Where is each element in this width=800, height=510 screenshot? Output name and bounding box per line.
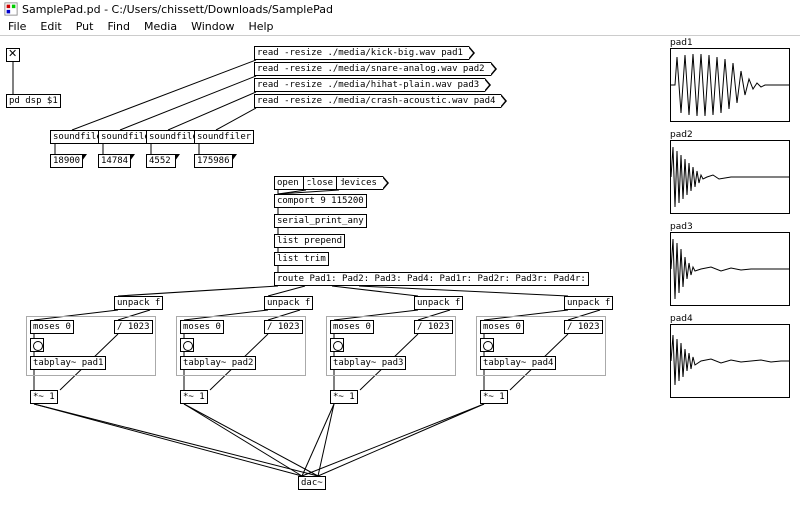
array-label-pad2: pad2 — [670, 130, 693, 140]
dsp-toggle[interactable] — [6, 48, 20, 62]
unpack-ch3[interactable]: unpack f — [414, 296, 463, 310]
waveform-pad1 — [671, 49, 789, 121]
unpack-ch2[interactable]: unpack f — [264, 296, 313, 310]
sample-count-1[interactable]: 18900 — [50, 154, 83, 168]
pd-dsp-object[interactable]: pd dsp $1 — [6, 94, 61, 108]
sample-count-3[interactable]: 4552 — [146, 154, 176, 168]
mult-ch4[interactable]: *~ 1 — [480, 390, 508, 404]
mult-ch1[interactable]: *~ 1 — [30, 390, 58, 404]
array-pad2[interactable] — [670, 140, 790, 214]
array-pad3[interactable] — [670, 232, 790, 306]
open-msg[interactable]: open — [274, 176, 305, 190]
array-label-pad4: pad4 — [670, 314, 693, 324]
menu-file[interactable]: File — [2, 19, 32, 34]
waveform-pad4 — [671, 325, 789, 397]
mult-ch3[interactable]: *~ 1 — [330, 390, 358, 404]
waveform-pad2 — [671, 141, 789, 213]
read-msg-pad1[interactable]: read -resize ./media/kick-big.wav pad1 — [254, 46, 469, 60]
menu-media[interactable]: Media — [138, 19, 183, 34]
unpack-ch4[interactable]: unpack f — [564, 296, 613, 310]
waveform-pad3 — [671, 233, 789, 305]
menubar: File Edit Put Find Media Window Help — [0, 18, 800, 36]
array-label-pad1: pad1 — [670, 38, 693, 48]
list-trim-object[interactable]: list trim — [274, 252, 329, 266]
serial-print-object[interactable]: serial_print_any — [274, 214, 367, 228]
read-msg-pad4[interactable]: read -resize ./media/crash-acoustic.wav … — [254, 94, 501, 108]
unpack-ch1[interactable]: unpack f — [114, 296, 163, 310]
sample-count-2[interactable]: 14784 — [98, 154, 131, 168]
window-title: SamplePad.pd - C:/Users/chissett/Downloa… — [22, 3, 333, 16]
canvas-ch2 — [176, 316, 306, 376]
mult-ch2[interactable]: *~ 1 — [180, 390, 208, 404]
comport-object[interactable]: comport 9 115200 — [274, 194, 367, 208]
route-object[interactable]: route Pad1: Pad2: Pad3: Pad4: Pad1r: Pad… — [274, 272, 589, 286]
menu-help[interactable]: Help — [242, 19, 279, 34]
array-label-pad3: pad3 — [670, 222, 693, 232]
read-msg-pad2[interactable]: read -resize ./media/snare-analog.wav pa… — [254, 62, 491, 76]
list-prepend-object[interactable]: list prepend — [274, 234, 345, 248]
dac-object[interactable]: dac~ — [298, 476, 326, 490]
pd-canvas[interactable]: pd dsp $1 read -resize ./media/kick-big.… — [0, 36, 800, 510]
pd-icon — [4, 2, 18, 16]
window-titlebar: SamplePad.pd - C:/Users/chissett/Downloa… — [0, 0, 800, 18]
array-pad4[interactable] — [670, 324, 790, 398]
sample-count-4[interactable]: 175986 — [194, 154, 233, 168]
soundfiler-4[interactable]: soundfiler — [194, 130, 254, 144]
menu-window[interactable]: Window — [185, 19, 240, 34]
canvas-ch1 — [26, 316, 156, 376]
read-msg-pad3[interactable]: read -resize ./media/hihat-plain.wav pad… — [254, 78, 485, 92]
canvas-ch3 — [326, 316, 456, 376]
array-pad1[interactable] — [670, 48, 790, 122]
canvas-ch4 — [476, 316, 606, 376]
menu-find[interactable]: Find — [101, 19, 136, 34]
menu-edit[interactable]: Edit — [34, 19, 67, 34]
menu-put[interactable]: Put — [70, 19, 100, 34]
